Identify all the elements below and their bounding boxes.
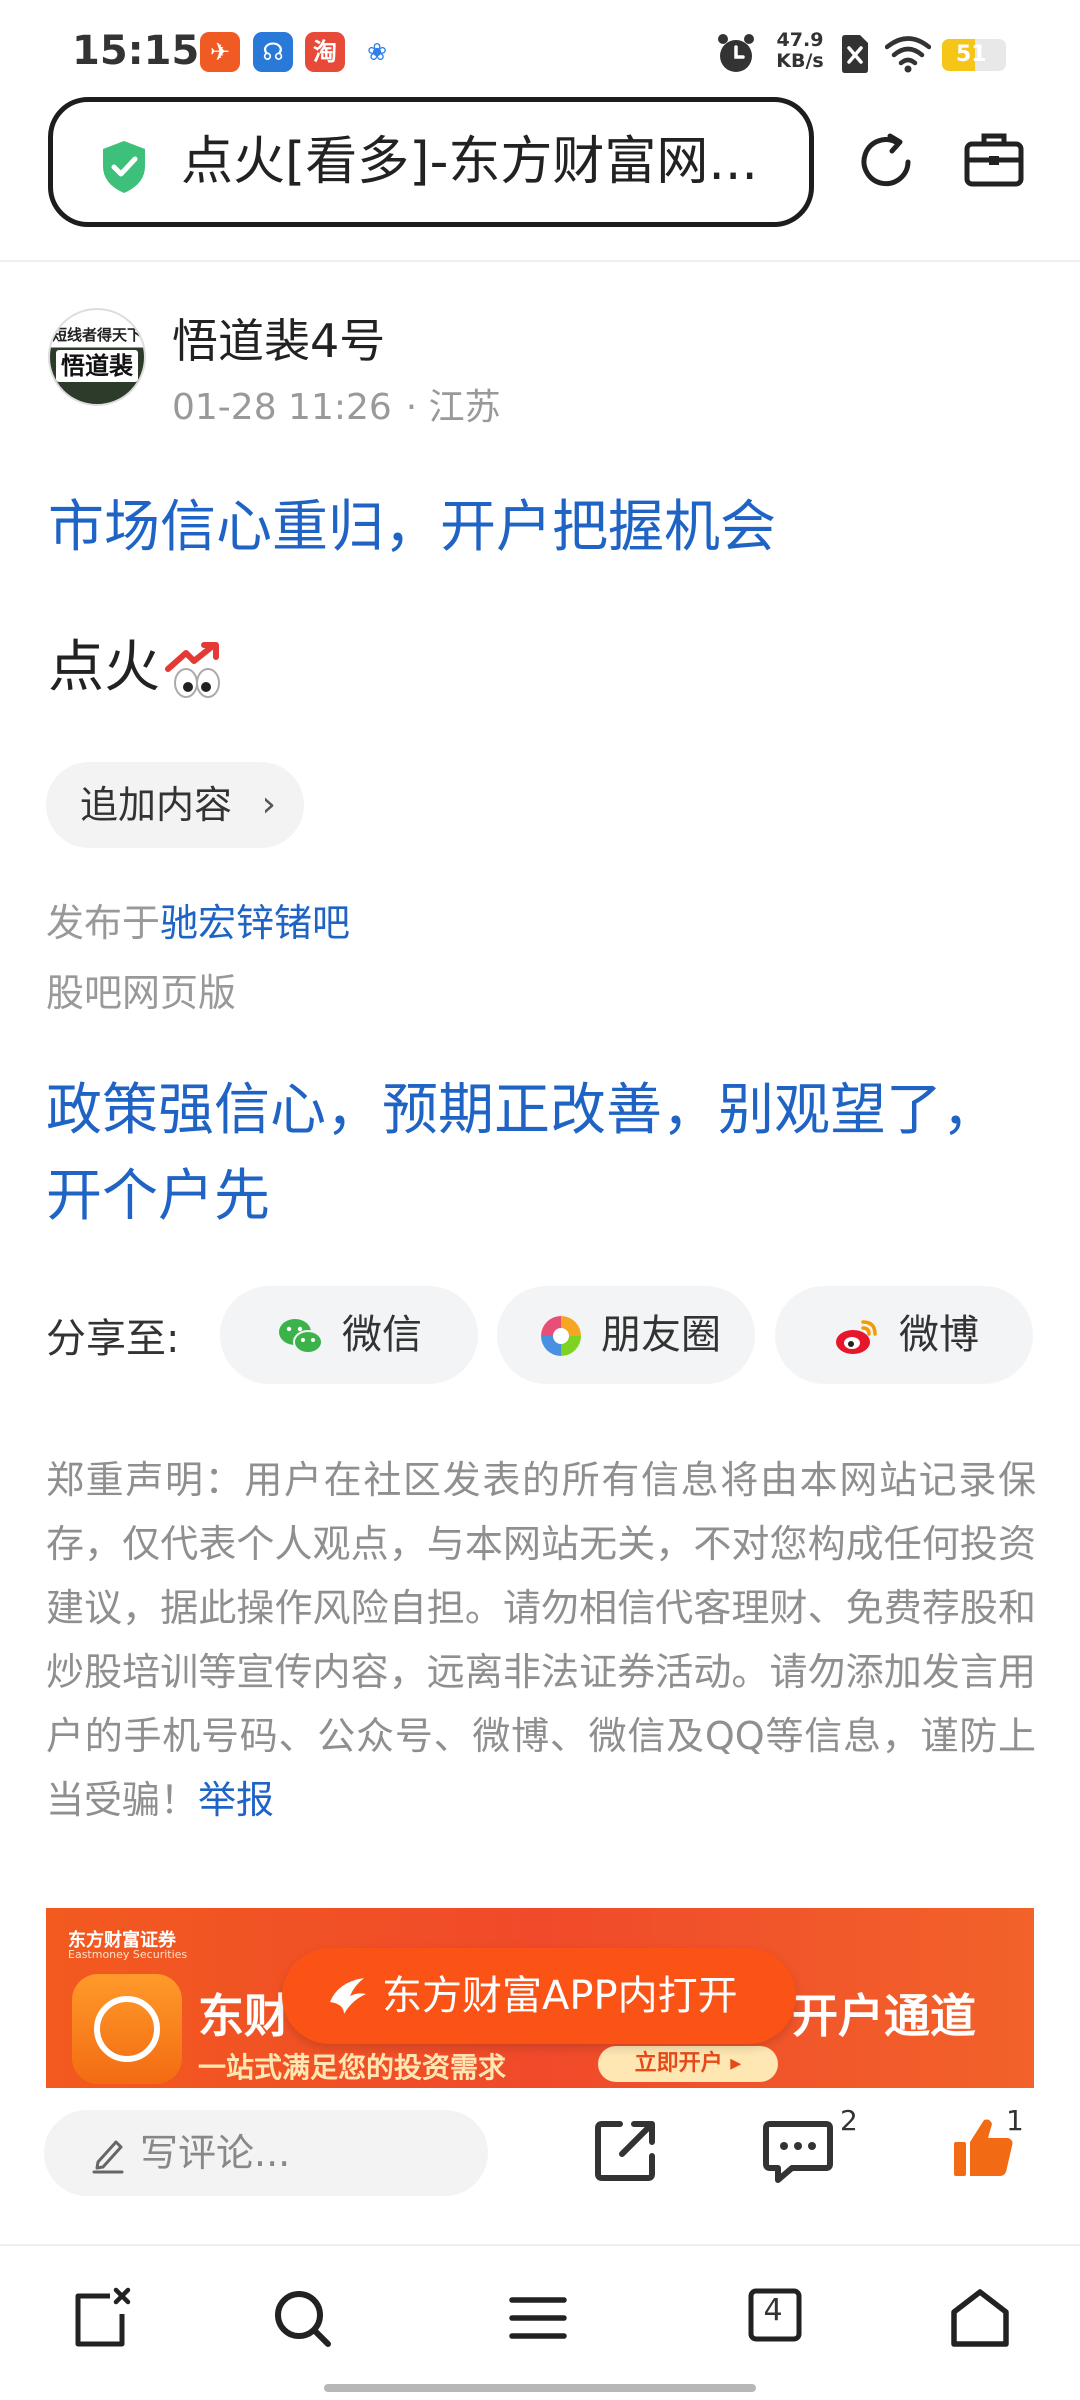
divider [0,260,1080,262]
banner-brand-en: Eastmoney Securities [68,1948,188,1961]
avatar[interactable]: 短线者得天下 悟道裴 [48,308,146,406]
net-speed-unit: KB/s [776,50,824,72]
append-content-label: 追加内容 [80,783,233,827]
net-speed: 47.9 KB/s [772,30,828,72]
banner-heading-left: 东财 [198,1989,290,2043]
tabs-count: 4 [763,2293,783,2328]
open-in-app-button[interactable]: 东方财富APP内打开 [282,1948,796,2044]
share-moments-button[interactable]: 朋友圈 [497,1286,755,1384]
app-notification-icon: 淘 [305,32,345,72]
disclaimer: 郑重声明：用户在社区发表的所有信息将由本网站记录保存，仅代表个人观点，与本网站无… [46,1448,1036,1832]
post-location: · 江苏 [405,387,501,428]
banner-cta-button[interactable]: 立即开户 ▸ [598,2046,778,2082]
app-notification-icon: ☊ [253,32,293,72]
avatar-top-text: 短线者得天下 [51,326,142,344]
avatar-main-text: 悟道裴 [56,350,138,382]
append-content-button[interactable]: 追加内容 › [46,762,304,848]
net-speed-value: 47.9 [776,29,824,51]
home-icon[interactable] [948,2286,1012,2350]
tabs-button[interactable]: 4 [746,2286,810,2350]
share-wechat-label: 微信 [342,1312,422,1358]
address-bar[interactable]: 点火[看多]-东方财富网... [48,97,814,227]
web-version-label: 股吧网页版 [46,971,237,1015]
banner-tagline: 一站式满足您的投资需求 [198,2051,507,2084]
alarm-icon [718,34,754,72]
pencil-icon [92,2140,124,2174]
shield-check-icon [103,141,145,193]
battery-level: 51 [956,42,987,67]
share-label: 分享至: [46,1316,180,1362]
share-weibo-button[interactable]: 微博 [775,1286,1033,1384]
comment-input[interactable]: 写评论... [44,2110,488,2196]
toolbox-icon[interactable] [962,128,1026,192]
disclaimer-text: 郑重声明：用户在社区发表的所有信息将由本网站记录保存，仅代表个人观点，与本网站无… [46,1458,1036,1822]
published-prefix: 发布于 [46,901,161,945]
search-icon[interactable] [270,2286,334,2350]
comment-count: 2 [840,2104,858,2137]
divider [0,2244,1080,2246]
post-meta: 01-28 11:26 · 江苏 [172,378,501,430]
post-title: 市场信心重归，开户把握机会 [48,495,776,560]
page-title: 点火[看多]-东方财富网... [181,132,758,192]
wifi-icon [885,36,931,73]
author-name[interactable]: 悟道裴4号 [172,305,385,371]
stock-up-eyes-emoji-icon [165,641,220,698]
open-in-app-label: 东方财富APP内打开 [382,1973,738,2019]
published-in: 发布于驰宏锌锗吧 [46,892,350,947]
comment-icon[interactable] [762,2118,834,2184]
share-weibo-label: 微博 [899,1312,979,1358]
menu-icon[interactable] [506,2286,570,2350]
battery-icon: 51 [942,39,1006,71]
banner-heading-right: 开户通道 [792,1989,976,2043]
post-date: 01-28 11:26 [172,387,392,428]
status-time: 15:15 [72,28,200,74]
post-body-text: 点火 [48,635,160,700]
wechat-icon [279,1319,323,1354]
close-page-icon[interactable] [70,2286,134,2350]
chevron-right-icon: › [261,784,276,825]
moments-icon [541,1316,581,1356]
like-count: 1 [1006,2104,1024,2137]
share-moments-label: 朋友圈 [601,1312,721,1358]
app-notification-icon: ❀ [366,38,388,66]
no-sim-icon [842,35,868,73]
app-notification-icon: ✈ [200,32,240,72]
eastmoney-app-icon [72,1974,182,2084]
comment-placeholder: 写评论... [140,2131,291,2175]
reload-icon[interactable] [852,128,920,196]
share-wechat-button[interactable]: 微信 [220,1286,478,1384]
post-body: 点火 [48,622,228,703]
promo-link[interactable]: 政策强信心，预期正改善，别观望了，开个户先 [46,1068,1036,1240]
stock-bar-link[interactable]: 驰宏锌锗吧 [160,901,350,945]
weibo-icon [836,1320,877,1354]
eastmoney-logo-icon [330,1978,366,2014]
status-bar: 15:15 ✈ ☊ 淘 ❀ 47.9 KB/s 51 [0,0,1080,95]
home-indicator[interactable] [324,2384,756,2392]
comment-bar: 写评论... 2 1 [0,2088,1080,2248]
report-link[interactable]: 举报 [198,1778,274,1822]
share-icon[interactable] [590,2114,662,2186]
